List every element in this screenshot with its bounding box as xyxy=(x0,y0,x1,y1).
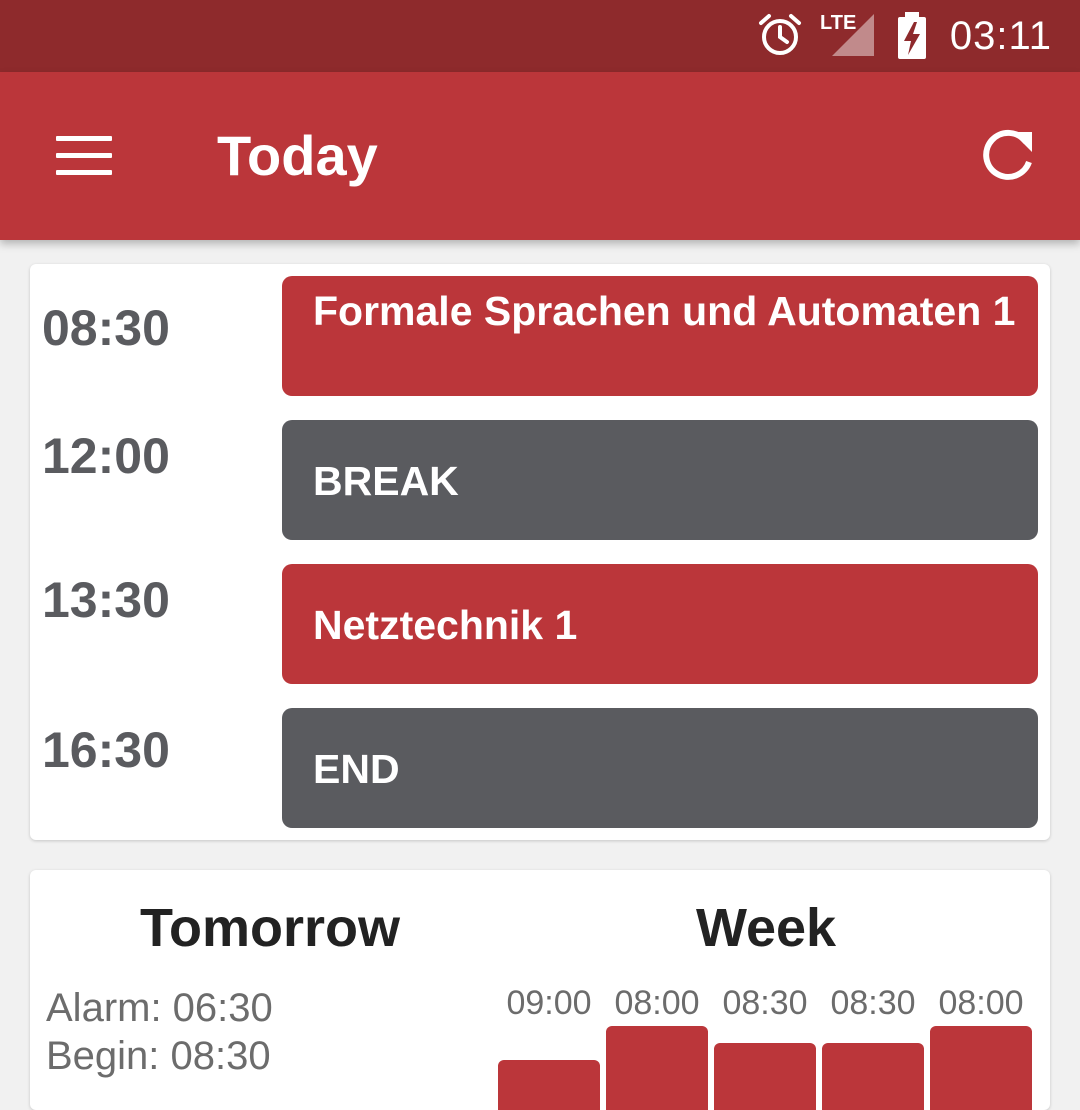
week-day-bar[interactable] xyxy=(930,1026,1032,1110)
page-title: Today xyxy=(217,124,378,187)
lecture-title: Formale Sprachen und Automaten 1 xyxy=(313,288,1016,334)
schedule-row: 16:30 END xyxy=(30,708,1050,828)
alarm-clock-icon xyxy=(757,12,803,63)
schedule-row: 08:30 Formale Sprachen und Automaten 1 xyxy=(30,276,1050,396)
status-time: 03:11 xyxy=(949,14,1052,58)
schedule-row: 13:30 Netztechnik 1 xyxy=(30,564,1050,684)
week-day-bar[interactable] xyxy=(606,1026,708,1110)
lecture-block[interactable]: Netztechnik 1 xyxy=(282,564,1038,684)
week-day-bar[interactable] xyxy=(714,1043,816,1110)
week-heading: Week xyxy=(695,898,837,958)
week-day-bar[interactable] xyxy=(822,1043,924,1110)
summary-card: Tomorrow Alarm: 06:30 Begin: 08:30 Week … xyxy=(30,870,1050,1110)
status-bar: LTE 03:11 xyxy=(0,0,1080,72)
week-day-bar[interactable] xyxy=(498,1060,600,1110)
today-schedule-card: 08:30 Formale Sprachen und Automaten 1 1… xyxy=(30,264,1050,840)
tomorrow-heading: Tomorrow xyxy=(140,898,400,958)
refresh-icon[interactable] xyxy=(968,116,1048,196)
network-label: LTE xyxy=(820,12,857,34)
battery-charging-icon xyxy=(895,12,929,65)
week-day-time: 08:00 xyxy=(938,984,1024,1022)
hamburger-menu-icon[interactable] xyxy=(40,116,128,196)
week-day-time: 08:00 xyxy=(614,984,700,1022)
week-day-time: 09:00 xyxy=(506,984,592,1022)
end-label: END xyxy=(313,746,400,792)
schedule-time: 16:30 xyxy=(42,722,170,778)
week-day-time: 08:30 xyxy=(830,984,916,1022)
schedule-time: 12:00 xyxy=(42,428,170,484)
app-bar: Today xyxy=(0,72,1080,240)
schedule-row: 12:00 BREAK xyxy=(30,420,1050,540)
begin-time: Begin: 08:30 xyxy=(46,1034,271,1078)
schedule-time: 08:30 xyxy=(42,300,170,356)
week-day-time: 08:30 xyxy=(722,984,808,1022)
break-block[interactable]: BREAK xyxy=(282,420,1038,540)
lecture-block[interactable]: Formale Sprachen und Automaten 1 xyxy=(282,276,1038,396)
alarm-time: Alarm: 06:30 xyxy=(46,986,273,1030)
lecture-title: Netztechnik 1 xyxy=(313,602,578,648)
schedule-time: 13:30 xyxy=(42,572,170,628)
end-block[interactable]: END xyxy=(282,708,1038,828)
break-label: BREAK xyxy=(313,458,459,504)
